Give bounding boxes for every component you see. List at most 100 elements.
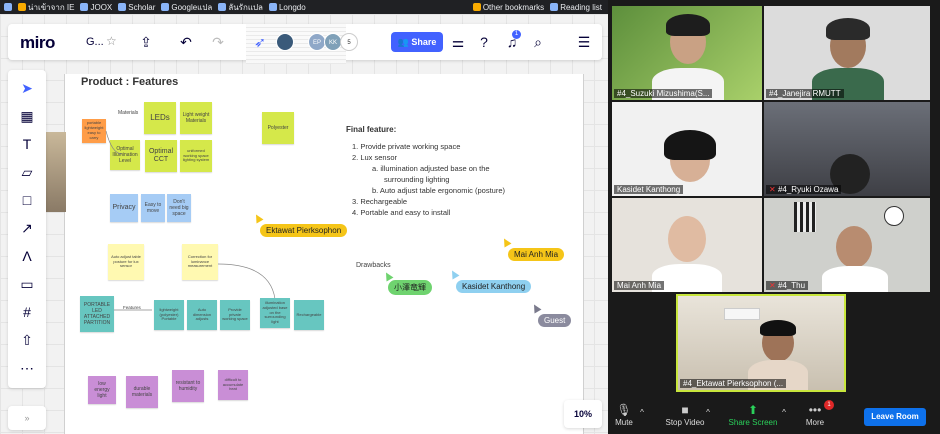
scholar-icon: [118, 3, 127, 11]
redo-icon[interactable]: ↷: [208, 32, 228, 52]
sticky-note[interactable]: illumination adjusted base on the surrou…: [260, 298, 290, 328]
sticky-note[interactable]: Auto dimension adjusts: [187, 300, 217, 330]
upload-icon[interactable]: ⇪: [136, 32, 156, 52]
folder-icon: [472, 3, 481, 11]
sticky-note[interactable]: uniformed working space lighting system: [180, 140, 212, 172]
collaborator-tag: 小澤竜輝: [388, 280, 432, 295]
bookmark-item[interactable]: Scholar: [118, 3, 155, 12]
miro-topbar: miro G... ☆ ⇪ ↶ ↷ ➶ EP KK 5 👥 Share ⚌ ? …: [8, 24, 602, 64]
drawbacks-label: Drawbacks: [356, 262, 391, 269]
joox-icon: [80, 3, 89, 11]
upload-tool-icon[interactable]: ⇧: [17, 330, 37, 350]
bookmark-item[interactable]: JOOX: [80, 3, 112, 12]
active-speaker-tile[interactable]: #4_Ektawat Pierksophon (...: [676, 294, 846, 392]
templates-icon[interactable]: ▦: [17, 106, 37, 126]
share-button[interactable]: 👥 Share: [391, 32, 443, 52]
participant-tile[interactable]: ✕ #4_Thu: [764, 198, 930, 292]
zoom-level[interactable]: 10%: [564, 400, 602, 428]
reading-list-icon: [550, 3, 559, 11]
stop-video-button[interactable]: ■ Stop Video: [662, 402, 708, 427]
video-options-chevron-icon[interactable]: ^: [704, 408, 712, 417]
settings-sliders-icon[interactable]: ⚌: [448, 32, 468, 52]
sticky-note[interactable]: Polyester: [262, 112, 294, 144]
cursor-follow-icon[interactable]: ➶: [250, 32, 270, 52]
sticky-note[interactable]: Easy to move: [141, 194, 165, 222]
final-feature-text[interactable]: Final feature: 1. Provide private workin…: [346, 124, 505, 218]
frame-tool-icon[interactable]: #: [17, 302, 37, 322]
apps-icon[interactable]: [4, 3, 12, 11]
participant-name: #4_Janejira RMUTT: [766, 89, 844, 98]
more-tools-icon[interactable]: ⋯: [17, 358, 37, 378]
avatar-count[interactable]: 5: [340, 33, 358, 51]
folder-icon: [18, 3, 26, 11]
people-icon: 👥: [397, 37, 412, 47]
sticky-note[interactable]: lightweight (polyester) Portable: [154, 300, 184, 330]
search-icon[interactable]: ⌕: [528, 32, 548, 52]
collapse-button[interactable]: »: [8, 406, 46, 430]
translate-icon: [161, 3, 170, 11]
help-icon[interactable]: ?: [474, 32, 494, 52]
audio-options-chevron-icon[interactable]: ^: [638, 408, 646, 417]
share-options-chevron-icon[interactable]: ^: [780, 408, 788, 417]
sticky-note[interactable]: Don't need big space: [167, 194, 191, 222]
select-tool-icon[interactable]: ➤: [17, 78, 37, 98]
pen-tool-icon[interactable]: Λ: [17, 246, 37, 266]
tools-toolbar: ➤ ▦ T ▱ □ ↗ Λ ▭ # ⇧ ⋯: [8, 70, 46, 388]
participant-tile[interactable]: ✕ #4_Ryuki Ozawa: [764, 102, 930, 196]
comment-tool-icon[interactable]: ▭: [17, 274, 37, 294]
board-menu-icon[interactable]: ☰: [574, 32, 594, 52]
share-screen-button[interactable]: ⬆ Share Screen: [726, 402, 780, 427]
zoom-gallery: #4_Suzuki Mizushima(S... #4_Janejira RMU…: [608, 0, 940, 434]
participant-tile[interactable]: #4_Suzuki Mizushima(S...: [612, 6, 762, 100]
miro-board[interactable]: Product : Features Materials portable li…: [0, 14, 608, 434]
sticky-note[interactable]: difficult to accumulate heat: [218, 370, 248, 400]
sticky-note[interactable]: Light weight Materials: [180, 102, 212, 134]
undo-icon[interactable]: ↶: [176, 32, 196, 52]
bookmarks-bar: น่าเข้าจาก IE JOOX Scholar Googleแปล ลัน…: [0, 0, 608, 14]
participant-name: #4_Suzuki Mizushima(S...: [614, 89, 713, 98]
translate-icon: [218, 3, 227, 11]
bookmark-item[interactable]: Googleแปล: [161, 1, 212, 14]
sticky-note[interactable]: resistant to humidity: [172, 370, 204, 402]
video-camera-icon: ■: [681, 403, 689, 417]
participant-name: Kasidet Kanthong: [614, 185, 684, 194]
sticky-note[interactable]: Optimal Illumination Level: [110, 140, 140, 170]
board-name[interactable]: G...: [86, 36, 104, 48]
participant-tile[interactable]: Mai Anh Mia: [612, 198, 762, 292]
mute-button[interactable]: 🎙 Mute: [612, 402, 636, 427]
collaborator-tag: Kasidet Kanthong: [456, 280, 532, 293]
sticky-note-icon[interactable]: ▱: [17, 162, 37, 182]
sticky-note[interactable]: Optimal CCT: [145, 140, 177, 172]
connector-tool-icon[interactable]: ↗: [17, 218, 37, 238]
sticky-note[interactable]: portable lightweight easy to carry: [82, 119, 106, 143]
bookmark-item[interactable]: ลันรักแปล: [218, 1, 263, 14]
participant-tile[interactable]: #4_Janejira RMUTT: [764, 6, 930, 100]
reading-list[interactable]: Reading list: [550, 3, 602, 12]
text-tool-icon[interactable]: T: [17, 134, 37, 154]
bookmark-item[interactable]: Longdo: [268, 3, 306, 12]
more-badge: 1: [824, 400, 834, 410]
other-bookmarks[interactable]: Other bookmarks: [472, 3, 544, 12]
collaborator-tag: Ektawat Pierksophon: [260, 224, 348, 237]
sticky-note[interactable]: low energy light: [88, 376, 116, 404]
sticky-note[interactable]: Rechargeable: [294, 300, 324, 330]
collaborator-tag: Guest: [538, 314, 572, 327]
muted-mic-icon: ✕: [769, 185, 778, 194]
sticky-note[interactable]: durable materials: [126, 376, 158, 408]
sticky-note[interactable]: Privacy: [110, 194, 138, 222]
sticky-note[interactable]: Provide private working space: [220, 300, 250, 330]
bookmark-item[interactable]: น่าเข้าจาก IE: [18, 1, 74, 14]
sticky-note[interactable]: Auto adjust table posture for lux sensor: [108, 244, 144, 280]
leave-room-button[interactable]: Leave Room: [864, 408, 926, 426]
miro-logo[interactable]: miro: [20, 33, 55, 53]
participant-name: ✕ #4_Thu: [766, 281, 809, 290]
sticky-note[interactable]: Correction for luminance measurement: [182, 244, 218, 280]
participant-tile[interactable]: Kasidet Kanthong: [612, 102, 762, 196]
avatar[interactable]: [276, 33, 294, 51]
sticky-note[interactable]: LEDs: [144, 102, 176, 134]
shape-tool-icon[interactable]: □: [17, 190, 37, 210]
microphone-icon: 🎙: [616, 403, 632, 417]
notification-badge: 1: [512, 30, 521, 39]
star-icon[interactable]: ☆: [106, 34, 117, 48]
sticky-note[interactable]: PORTABLE LED ATTACHED PARTITION: [80, 296, 114, 332]
